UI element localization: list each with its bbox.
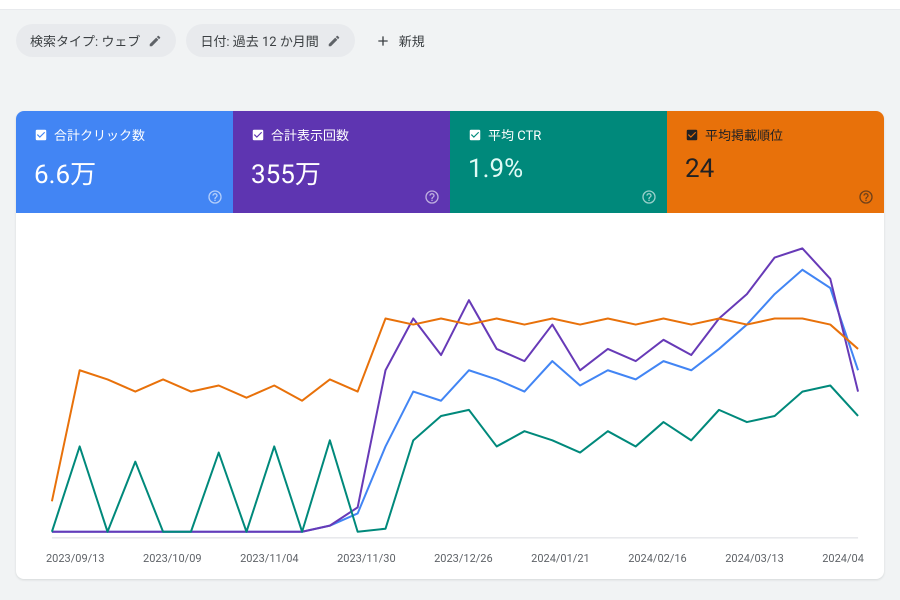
x-tick: 2023/12/26 (434, 552, 493, 565)
date-range-chip[interactable]: 日付: 過去 12 か月間 (186, 24, 354, 57)
performance-line-chart (32, 223, 868, 548)
checkbox-checked-icon (251, 128, 265, 142)
x-tick: 2023/10/09 (143, 552, 202, 565)
help-icon[interactable] (207, 189, 223, 205)
search-type-chip[interactable]: 検索タイプ: ウェブ (16, 24, 176, 57)
performance-card: 合計クリック数 6.6万 合計表示回数 355万 平均 CTR 1.9% 平 (16, 111, 884, 579)
x-tick: 2023/11/30 (337, 552, 396, 565)
series-position (52, 318, 858, 501)
metric-ctr-label: 平均 CTR (488, 125, 541, 144)
search-type-label: 検索タイプ: ウェブ (30, 31, 140, 50)
help-icon[interactable] (424, 189, 440, 205)
checkbox-checked-icon (34, 128, 48, 142)
metric-impressions-value: 355万 (251, 154, 432, 191)
metric-position-value: 24 (685, 154, 866, 184)
chart-area (16, 213, 884, 548)
metric-clicks-label: 合計クリック数 (54, 125, 145, 144)
x-tick: 2024/04 (822, 552, 864, 565)
pencil-icon (148, 34, 162, 48)
filter-row: 検索タイプ: ウェブ 日付: 過去 12 か月間 新規 (0, 10, 900, 71)
metric-ctr-value: 1.9% (468, 154, 649, 184)
metric-tiles: 合計クリック数 6.6万 合計表示回数 355万 平均 CTR 1.9% 平 (16, 111, 884, 213)
metric-position[interactable]: 平均掲載順位 24 (667, 111, 884, 213)
x-tick: 2023/09/13 (46, 552, 105, 565)
x-tick: 2024/01/21 (531, 552, 590, 565)
plus-icon (375, 33, 391, 49)
checkbox-checked-icon (685, 128, 699, 142)
x-axis-labels: 2023/09/13 2023/10/09 2023/11/04 2023/11/30… (16, 548, 884, 579)
series-clicks (52, 270, 858, 532)
series-ctr (52, 386, 858, 532)
pencil-icon (327, 34, 341, 48)
help-icon[interactable] (858, 189, 874, 205)
metric-impressions[interactable]: 合計表示回数 355万 (233, 111, 450, 213)
add-filter-button[interactable]: 新規 (365, 25, 435, 56)
top-divider (0, 0, 900, 10)
add-filter-label: 新規 (399, 31, 425, 50)
series-impressions (52, 248, 858, 531)
metric-impressions-label: 合計表示回数 (271, 125, 349, 144)
metric-clicks-value: 6.6万 (34, 154, 215, 191)
help-icon[interactable] (641, 189, 657, 205)
metric-position-label: 平均掲載順位 (705, 125, 783, 144)
metric-clicks[interactable]: 合計クリック数 6.6万 (16, 111, 233, 213)
x-tick: 2024/02/16 (628, 552, 687, 565)
date-range-label: 日付: 過去 12 か月間 (200, 31, 318, 50)
metric-ctr[interactable]: 平均 CTR 1.9% (450, 111, 667, 213)
x-tick: 2024/03/13 (725, 552, 784, 565)
checkbox-checked-icon (468, 128, 482, 142)
x-tick: 2023/11/04 (240, 552, 299, 565)
